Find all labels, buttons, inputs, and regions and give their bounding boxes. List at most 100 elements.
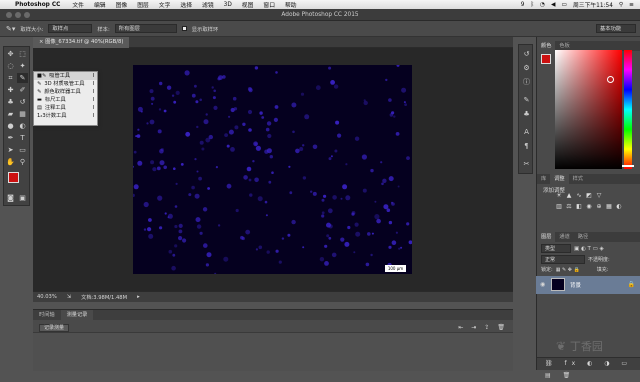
tab-channels[interactable]: 通道 bbox=[555, 232, 573, 242]
shape-tool-icon[interactable]: ▭ bbox=[17, 145, 28, 155]
properties-panel-icon[interactable]: ⚙ bbox=[521, 63, 532, 73]
list-icon[interactable]: ≡ bbox=[629, 2, 634, 8]
color-balance-icon[interactable]: ⚖ bbox=[565, 203, 573, 210]
lasso-tool-icon[interactable]: ◌ bbox=[5, 61, 16, 71]
menu-help[interactable]: 帮助 bbox=[285, 0, 297, 9]
sample-size-select[interactable]: 取样点 bbox=[48, 24, 93, 33]
workspace-select[interactable]: 基本功能 bbox=[596, 24, 636, 33]
path-select-tool-icon[interactable]: ➤ bbox=[5, 145, 16, 155]
menu-3d[interactable]: 3D bbox=[224, 2, 232, 8]
bluetooth-icon[interactable]: ᛒ bbox=[530, 2, 533, 8]
tools-panel-icon[interactable]: ✂ bbox=[521, 159, 532, 169]
marquee-tool-icon[interactable]: ⬚ bbox=[17, 49, 28, 59]
brush-tool-icon[interactable]: ✐ bbox=[17, 85, 28, 95]
volume-icon[interactable]: ◀ bbox=[551, 2, 555, 8]
tab-layers[interactable]: 图层 bbox=[537, 232, 556, 242]
eyedropper-preset-icon[interactable]: ✎▾ bbox=[6, 25, 15, 33]
export-icon[interactable]: ⇲ bbox=[67, 294, 71, 300]
show-ring-checkbox[interactable] bbox=[181, 26, 187, 31]
dodge-tool-icon[interactable]: ◐ bbox=[17, 121, 28, 131]
move-tool-icon[interactable]: ✥ bbox=[5, 49, 16, 59]
pen-tool-icon[interactable]: ✒ bbox=[5, 133, 16, 143]
window-zoom-button[interactable] bbox=[24, 12, 30, 18]
stamp-tool-icon[interactable]: ♣ bbox=[5, 97, 16, 107]
eraser-tool-icon[interactable]: ▰ bbox=[5, 109, 16, 119]
tab-adjustments[interactable]: 调整 bbox=[550, 174, 569, 184]
flyout-item-eyedropper[interactable]: ■✎ 吸管工具 I bbox=[34, 72, 97, 80]
app-menu[interactable]: Photoshop CC bbox=[15, 2, 60, 8]
vibrance-icon[interactable]: ▽ bbox=[595, 192, 603, 199]
foreground-color-swatch[interactable] bbox=[8, 172, 19, 183]
info-panel-icon[interactable]: ⓘ bbox=[521, 77, 532, 87]
hue-slider[interactable] bbox=[624, 50, 632, 169]
notification-count[interactable]: 9 bbox=[521, 2, 525, 8]
type-tool-icon[interactable]: T bbox=[17, 133, 28, 143]
menu-filter[interactable]: 滤镜 bbox=[202, 0, 214, 9]
battery-icon[interactable]: ▭ bbox=[562, 2, 567, 8]
black-white-icon[interactable]: ◧ bbox=[575, 203, 583, 210]
document-image[interactable]: 100 μm bbox=[133, 65, 412, 274]
color-field-cursor[interactable] bbox=[607, 76, 614, 83]
healing-tool-icon[interactable]: ✚ bbox=[5, 85, 16, 95]
tab-paths[interactable]: 路径 bbox=[574, 232, 592, 242]
menu-edit[interactable]: 编辑 bbox=[94, 0, 106, 9]
zoom-level[interactable]: 40.03% bbox=[37, 294, 57, 300]
channel-mixer-icon[interactable]: ⊕ bbox=[595, 203, 603, 210]
delete-log-icon[interactable]: 🗑 bbox=[497, 324, 505, 331]
history-brush-icon[interactable]: ↺ bbox=[17, 97, 28, 107]
hand-tool-icon[interactable]: ✋ bbox=[5, 157, 16, 167]
record-measurements-button[interactable]: 记录测量 bbox=[39, 324, 70, 332]
menu-layer[interactable]: 图层 bbox=[137, 0, 149, 9]
history-panel-icon[interactable]: ↺ bbox=[521, 49, 532, 59]
layer-filter-icons[interactable]: ▣ ◐ T ▭ ◈ bbox=[574, 246, 604, 252]
tab-measurement-log[interactable]: 测量记录 bbox=[60, 310, 94, 320]
menu-file[interactable]: 文件 bbox=[72, 0, 84, 9]
blur-tool-icon[interactable]: ● bbox=[5, 121, 16, 131]
menu-select[interactable]: 选择 bbox=[180, 0, 192, 9]
quick-mask-icon[interactable]: ◙ bbox=[5, 193, 16, 203]
document-size[interactable]: 文档:3.98M/1.48M bbox=[81, 294, 127, 301]
hue-slider-handle[interactable] bbox=[622, 165, 634, 167]
invert-icon[interactable]: ◐ bbox=[615, 203, 623, 210]
curves-icon[interactable]: ∿ bbox=[575, 192, 583, 199]
select-all-icon[interactable]: ⇤ bbox=[458, 324, 463, 331]
color-field[interactable] bbox=[555, 50, 622, 169]
paragraph-panel-icon[interactable]: ¶ bbox=[521, 141, 532, 151]
window-minimize-button[interactable] bbox=[15, 12, 21, 18]
eyedropper-tool-icon[interactable]: ✎ bbox=[17, 73, 28, 83]
sample-select[interactable]: 所有图层 bbox=[114, 24, 177, 33]
crop-tool-icon[interactable]: ⌗ bbox=[5, 73, 16, 83]
search-icon[interactable]: ⚲ bbox=[619, 2, 623, 8]
menu-window[interactable]: 窗口 bbox=[263, 0, 275, 9]
flyout-item-note[interactable]: ▤ 注释工具 I bbox=[34, 104, 97, 112]
gradient-tool-icon[interactable]: ▦ bbox=[17, 109, 28, 119]
layer-filter-select[interactable]: 类型 bbox=[541, 244, 571, 253]
tab-color[interactable]: 颜色 bbox=[537, 41, 556, 51]
photo-filter-icon[interactable]: ◉ bbox=[585, 203, 593, 210]
exposure-icon[interactable]: ◩ bbox=[585, 192, 593, 199]
flyout-item-ruler[interactable]: ▬ 标尺工具 I bbox=[34, 96, 97, 104]
layers-footer-icons[interactable]: ⛓ fx ◐ ◑ ▭ ▤ 🗑 bbox=[537, 357, 640, 379]
quick-select-tool-icon[interactable]: ✦ bbox=[17, 61, 28, 71]
measurement-log-table[interactable] bbox=[33, 332, 513, 371]
levels-icon[interactable]: ▲ bbox=[565, 192, 573, 199]
wifi-icon[interactable]: ◔ bbox=[540, 2, 545, 8]
flyout-item-count[interactable]: 1₂3计数工具 I bbox=[34, 112, 97, 120]
status-menu-arrow-icon[interactable]: ▸ bbox=[137, 294, 140, 300]
clock[interactable]: 周三下午11:54 bbox=[573, 0, 613, 9]
layer-visibility-icon[interactable]: ◉ bbox=[540, 281, 545, 288]
export-log-icon[interactable]: ⇪ bbox=[484, 324, 489, 331]
color-lookup-icon[interactable]: ▦ bbox=[605, 203, 613, 210]
menu-type[interactable]: 文字 bbox=[159, 0, 171, 9]
lock-icons[interactable]: ▦ ✎ ✥ 🔒 bbox=[556, 267, 580, 273]
tab-styles[interactable]: 样式 bbox=[569, 174, 587, 184]
menu-view[interactable]: 视图 bbox=[242, 0, 254, 9]
flyout-item-3d-material-eyedropper[interactable]: ✎ 3D 材质吸管工具 I bbox=[34, 80, 97, 88]
flyout-item-color-sampler[interactable]: ✎ 颜色取样器工具 I bbox=[34, 88, 97, 96]
clone-source-icon[interactable]: ♣ bbox=[521, 109, 532, 119]
tab-timeline[interactable]: 时间轴 bbox=[33, 310, 61, 320]
brush-panel-icon[interactable]: ✎ bbox=[521, 95, 532, 105]
character-panel-icon[interactable]: A bbox=[521, 127, 532, 137]
menu-image[interactable]: 图像 bbox=[116, 0, 128, 9]
document-tab[interactable]: × 图像_67334.tif @ 40%(RGB/8) bbox=[33, 37, 130, 48]
